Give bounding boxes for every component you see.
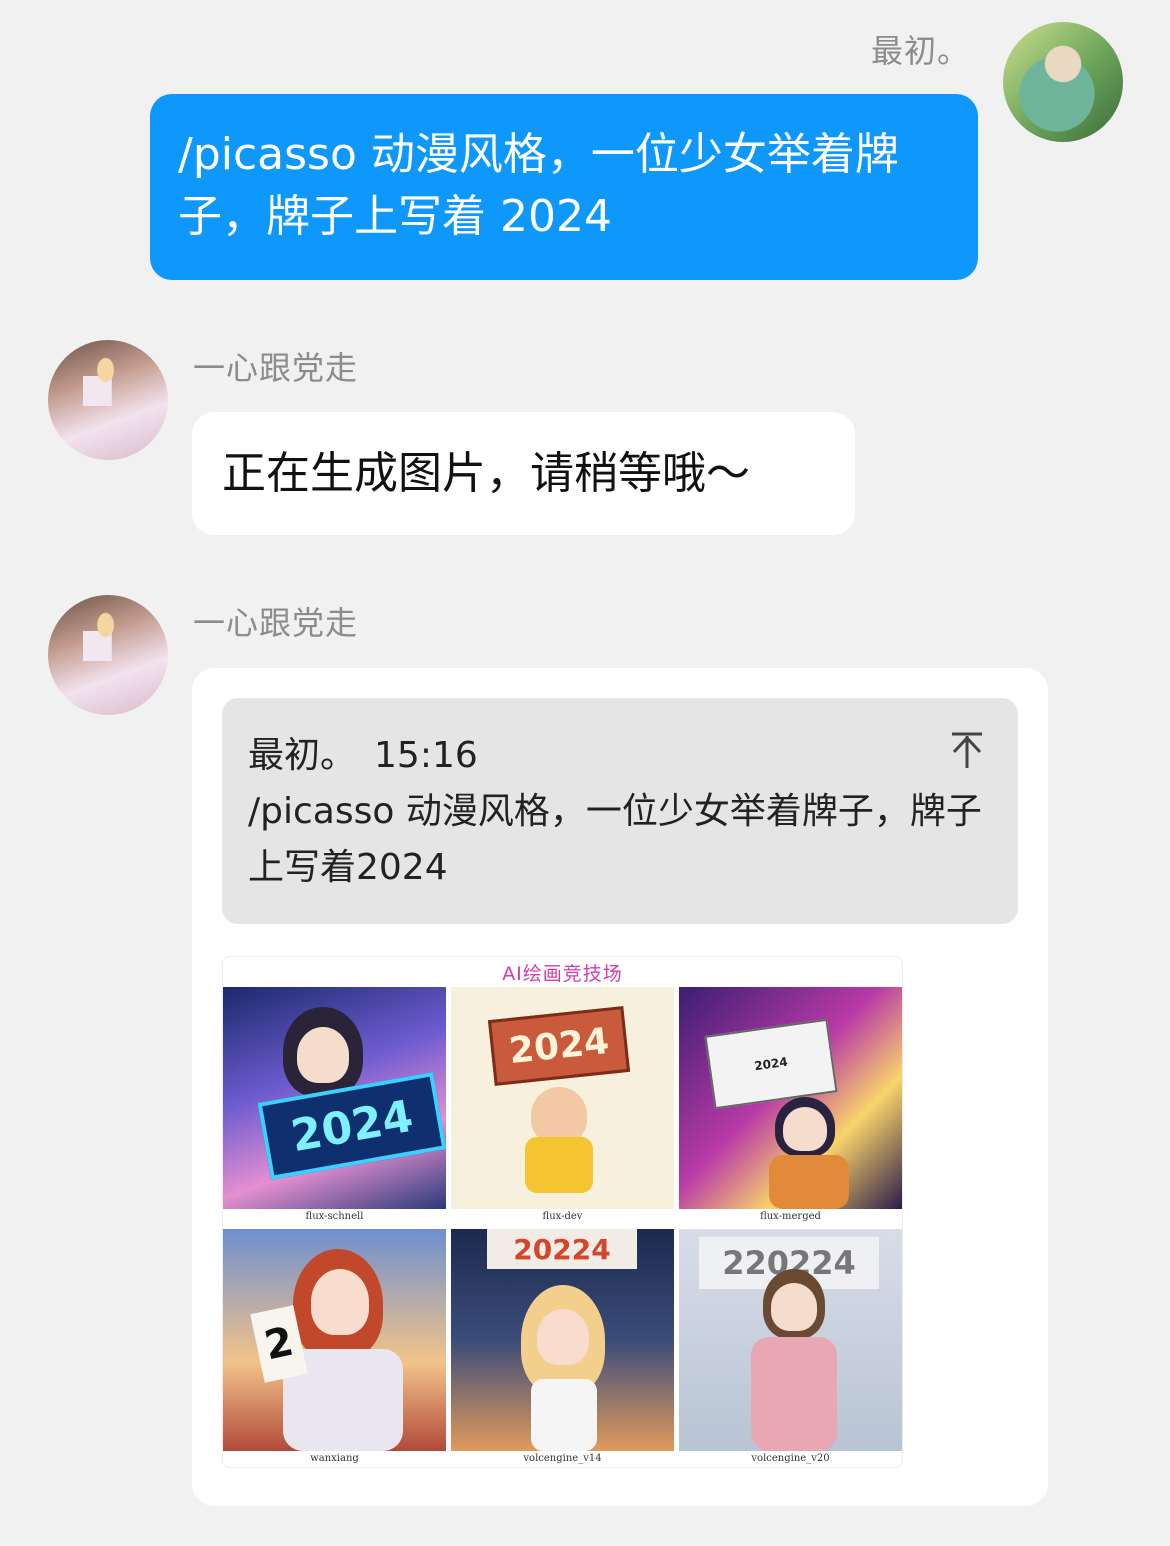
sign-text: 20224 — [487, 1229, 637, 1269]
message-bubble-bot-status[interactable]: 正在生成图片，请稍等哦～ — [192, 412, 855, 535]
image-cell-label: flux-schnell — [305, 1211, 364, 1222]
quote-sender: 最初。 — [248, 735, 357, 776]
image-cell-volcengine-v14[interactable]: 20224 — [451, 1229, 674, 1451]
sender-name-me: 最初。 — [870, 32, 970, 70]
image-cell-label: volcengine_v14 — [523, 1453, 602, 1464]
message-bubble-bot-reply[interactable]: 最初。 15:16 /picasso 动漫风格，一位少女举着牌子，牌子上写着202… — [192, 668, 1048, 1506]
image-cell-flux-merged[interactable]: 2024 — [679, 987, 902, 1209]
quoted-message[interactable]: 最初。 15:16 /picasso 动漫风格，一位少女举着牌子，牌子上写着202… — [222, 698, 1018, 924]
image-cell-flux-schnell[interactable]: 2024 — [223, 987, 446, 1209]
quote-text: /picasso 动漫风格，一位少女举着牌子，牌子上写着2024 — [248, 791, 982, 888]
image-cell-label: wanxiang — [310, 1453, 359, 1464]
generated-image-grid[interactable]: AI绘画竞技场 2024 2024 2024 flux-schnell flux… — [222, 956, 903, 1468]
image-grid-title: AI绘画竞技场 — [502, 963, 623, 985]
quote-time: 15:16 — [374, 735, 478, 776]
image-cell-wanxiang[interactable]: 2 — [223, 1229, 446, 1451]
image-cell-label: flux-dev — [542, 1211, 583, 1222]
message-bubble-me[interactable]: /picasso 动漫风格，一位少女举着牌子，牌子上写着 2024 — [150, 94, 978, 280]
avatar-bot[interactable] — [48, 595, 168, 715]
sign-text: 2024 — [704, 1018, 838, 1110]
image-cell-label: flux-merged — [760, 1211, 821, 1222]
quote-header: 最初。 15:16 — [248, 728, 992, 784]
image-cell-flux-dev[interactable]: 2024 — [451, 987, 674, 1209]
collapse-to-top-icon[interactable] — [950, 730, 984, 770]
sender-name-bot: 一心跟党走 — [193, 604, 359, 642]
sign-text: 2024 — [487, 1006, 631, 1086]
image-cell-volcengine-v20[interactable]: 220224 — [679, 1229, 902, 1451]
image-cell-label: volcengine_v20 — [751, 1453, 830, 1464]
avatar-bot[interactable] — [48, 340, 168, 460]
avatar-me[interactable] — [1003, 22, 1123, 142]
sign-text: 2024 — [257, 1072, 446, 1180]
sender-name-bot: 一心跟党走 — [193, 349, 359, 387]
